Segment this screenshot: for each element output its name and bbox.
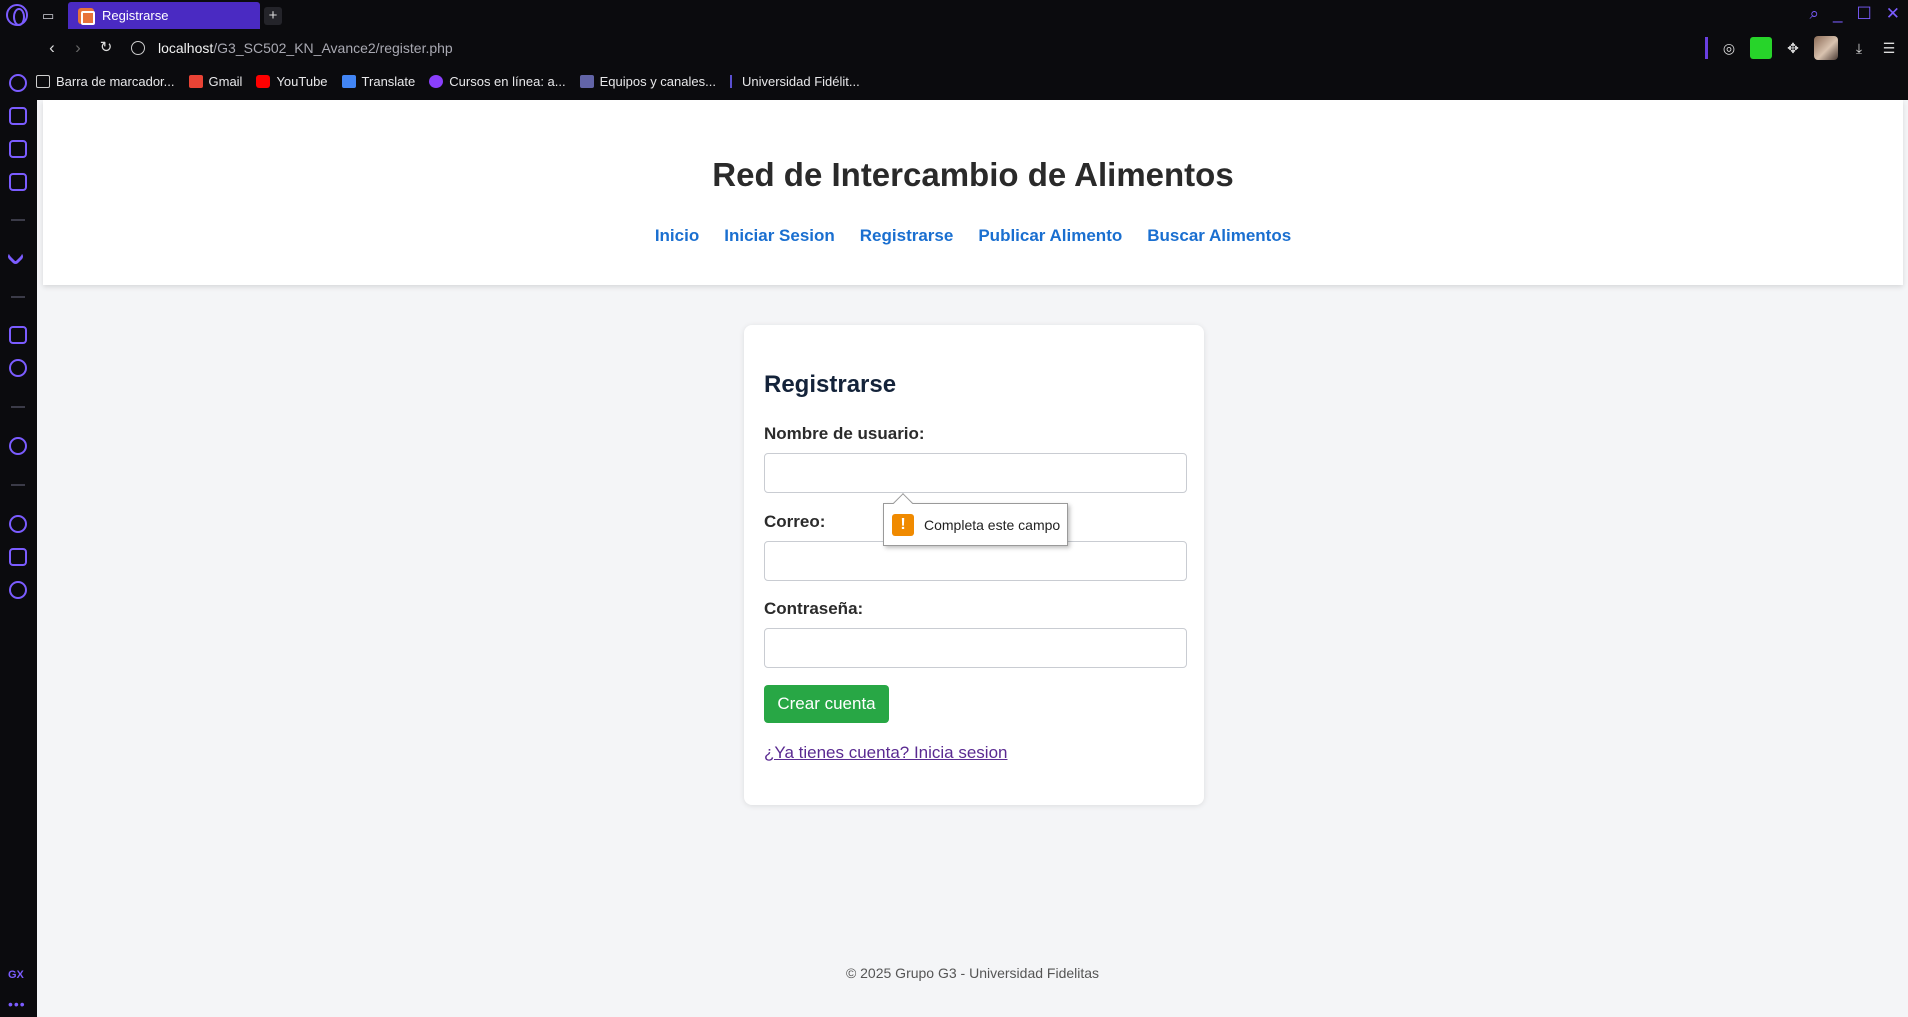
settings-icon[interactable] [9, 581, 27, 599]
url-path: /G3_SC502_KN_Avance2/register.php [213, 40, 453, 56]
create-account-button[interactable]: Crear cuenta [764, 685, 889, 723]
xampp-favicon-icon [78, 7, 95, 25]
bookmark-folder[interactable]: Barra de marcador... [36, 74, 175, 89]
aria-icon[interactable] [6, 247, 25, 266]
close-icon[interactable]: ✕ [1886, 4, 1900, 24]
tab-title: Registrarse [102, 8, 169, 23]
bookmark-translate[interactable]: Translate [341, 73, 416, 89]
download-icon[interactable]: ⤓ [1850, 39, 1868, 57]
page-viewport: Red de Intercambio de Alimentos Inicio I… [37, 100, 1908, 1017]
nav-buscar-alimentos[interactable]: Buscar Alimentos [1147, 226, 1291, 246]
divider [11, 484, 25, 486]
page-title: Red de Intercambio de Alimentos [712, 156, 1234, 193]
username-input[interactable] [764, 453, 1187, 493]
vpn-icon[interactable]: ◎ [1720, 39, 1738, 57]
bookmark-gmail[interactable]: Gmail [188, 73, 243, 89]
folder-icon [36, 74, 50, 88]
bookmark-label: Cursos en línea: a... [449, 73, 566, 89]
puzzle-icon[interactable]: ✥ [1784, 39, 1802, 57]
url-field[interactable]: localhost/G3_SC502_KN_Avance2/register.p… [158, 40, 453, 56]
divider [11, 406, 25, 408]
site-footer: © 2025 Grupo G3 - Universidad Fidelitas [845, 965, 1100, 981]
menu-icon[interactable]: ☰ [1880, 39, 1898, 57]
tab-islands-icon[interactable]: ▭ [42, 8, 62, 23]
maximize-icon[interactable]: ☐ [1857, 4, 1872, 24]
player-icon[interactable] [9, 437, 27, 455]
validation-tooltip: ! Completa este campo [883, 503, 1068, 546]
browser-sidebar: GX ••• [0, 66, 36, 1017]
search-icon[interactable]: ⌕ [1810, 4, 1820, 24]
divider [11, 219, 25, 221]
nav-inicio[interactable]: Inicio [655, 226, 699, 246]
bookmarks-bar: Barra de marcador... Gmail YouTube Trans… [36, 66, 860, 96]
address-bar: ‹ › ↻ localhost/G3_SC502_KN_Avance2/regi… [0, 30, 1908, 66]
gx-icon[interactable]: GX [8, 969, 24, 981]
new-tab-button[interactable]: + [264, 7, 282, 25]
whatsapp-icon[interactable] [9, 359, 27, 377]
back-icon[interactable]: ‹ [42, 38, 62, 58]
twitch-icon[interactable] [9, 326, 27, 344]
courses-icon [429, 74, 444, 88]
form-heading: Registrarse [764, 371, 897, 398]
bookmark-courses[interactable]: Cursos en línea: a... [429, 73, 566, 89]
browser-tab-strip: ▭ Registrarse + ⌕ _ ☐ ✕ [0, 0, 1908, 30]
translate-icon [341, 74, 356, 88]
minimize-icon[interactable]: _ [1833, 4, 1842, 24]
password-label: Contraseña: [764, 599, 864, 618]
site-header: Red de Intercambio de Alimentos Inicio I… [43, 100, 1903, 285]
site-nav: Inicio Iniciar Sesion Registrarse Public… [43, 226, 1903, 246]
username-label: Nombre de usuario: [764, 424, 925, 443]
password-input[interactable] [764, 628, 1187, 668]
extensions-area: ◎ ✥ ⤓ ☰ [1705, 36, 1898, 60]
globe-icon [131, 41, 145, 55]
bookmark-university[interactable]: Universidad Fidélit... [729, 73, 860, 89]
history-icon[interactable] [9, 515, 27, 533]
extensions-icon[interactable] [9, 548, 27, 566]
register-card: Registrarse Nombre de usuario: Correo: C… [744, 325, 1204, 805]
gx-corner-icon[interactable] [9, 107, 27, 125]
reload-icon[interactable]: ↻ [96, 38, 116, 56]
speed-dial-icon[interactable] [9, 74, 27, 92]
forward-icon[interactable]: › [68, 38, 88, 58]
tab-registrarse[interactable]: Registrarse [68, 2, 260, 29]
m-app-icon[interactable] [9, 173, 27, 191]
nav-registrarse[interactable]: Registrarse [860, 226, 954, 246]
bookmark-label: Equipos y canales... [599, 73, 716, 89]
nav-iniciar-sesion[interactable]: Iniciar Sesion [724, 226, 835, 246]
window-controls: ⌕ _ ☐ ✕ [1810, 4, 1901, 24]
more-icon[interactable]: ••• [8, 996, 26, 1012]
bookmark-teams[interactable]: Equipos y canales... [579, 73, 716, 89]
bookmark-label: Gmail [208, 73, 243, 89]
avatar[interactable] [1814, 36, 1838, 60]
extension-green-icon[interactable] [1750, 37, 1772, 59]
login-link[interactable]: ¿Ya tienes cuenta? Inicia sesion [764, 743, 1008, 763]
youtube-icon [256, 74, 271, 88]
url-host: localhost [158, 40, 214, 56]
bookmark-label: Universidad Fidélit... [741, 73, 860, 89]
gmail-icon [188, 74, 203, 88]
news-icon[interactable] [9, 140, 27, 158]
bookmark-label: Translate [361, 73, 416, 89]
divider [11, 296, 25, 298]
bookmark-label: YouTube [276, 73, 328, 89]
opera-gx-logo-icon[interactable] [6, 4, 28, 26]
divider [1705, 37, 1708, 59]
nav-publicar-alimento[interactable]: Publicar Alimento [978, 226, 1122, 246]
bookmark-youtube[interactable]: YouTube [256, 73, 328, 89]
warning-icon: ! [892, 513, 914, 536]
bookmark-label: Barra de marcador... [56, 73, 175, 89]
email-input[interactable] [764, 541, 1187, 581]
tooltip-message: Completa este campo [924, 516, 1061, 533]
teams-icon [579, 74, 594, 88]
email-label: Correo: [764, 512, 826, 531]
university-icon [729, 74, 736, 88]
